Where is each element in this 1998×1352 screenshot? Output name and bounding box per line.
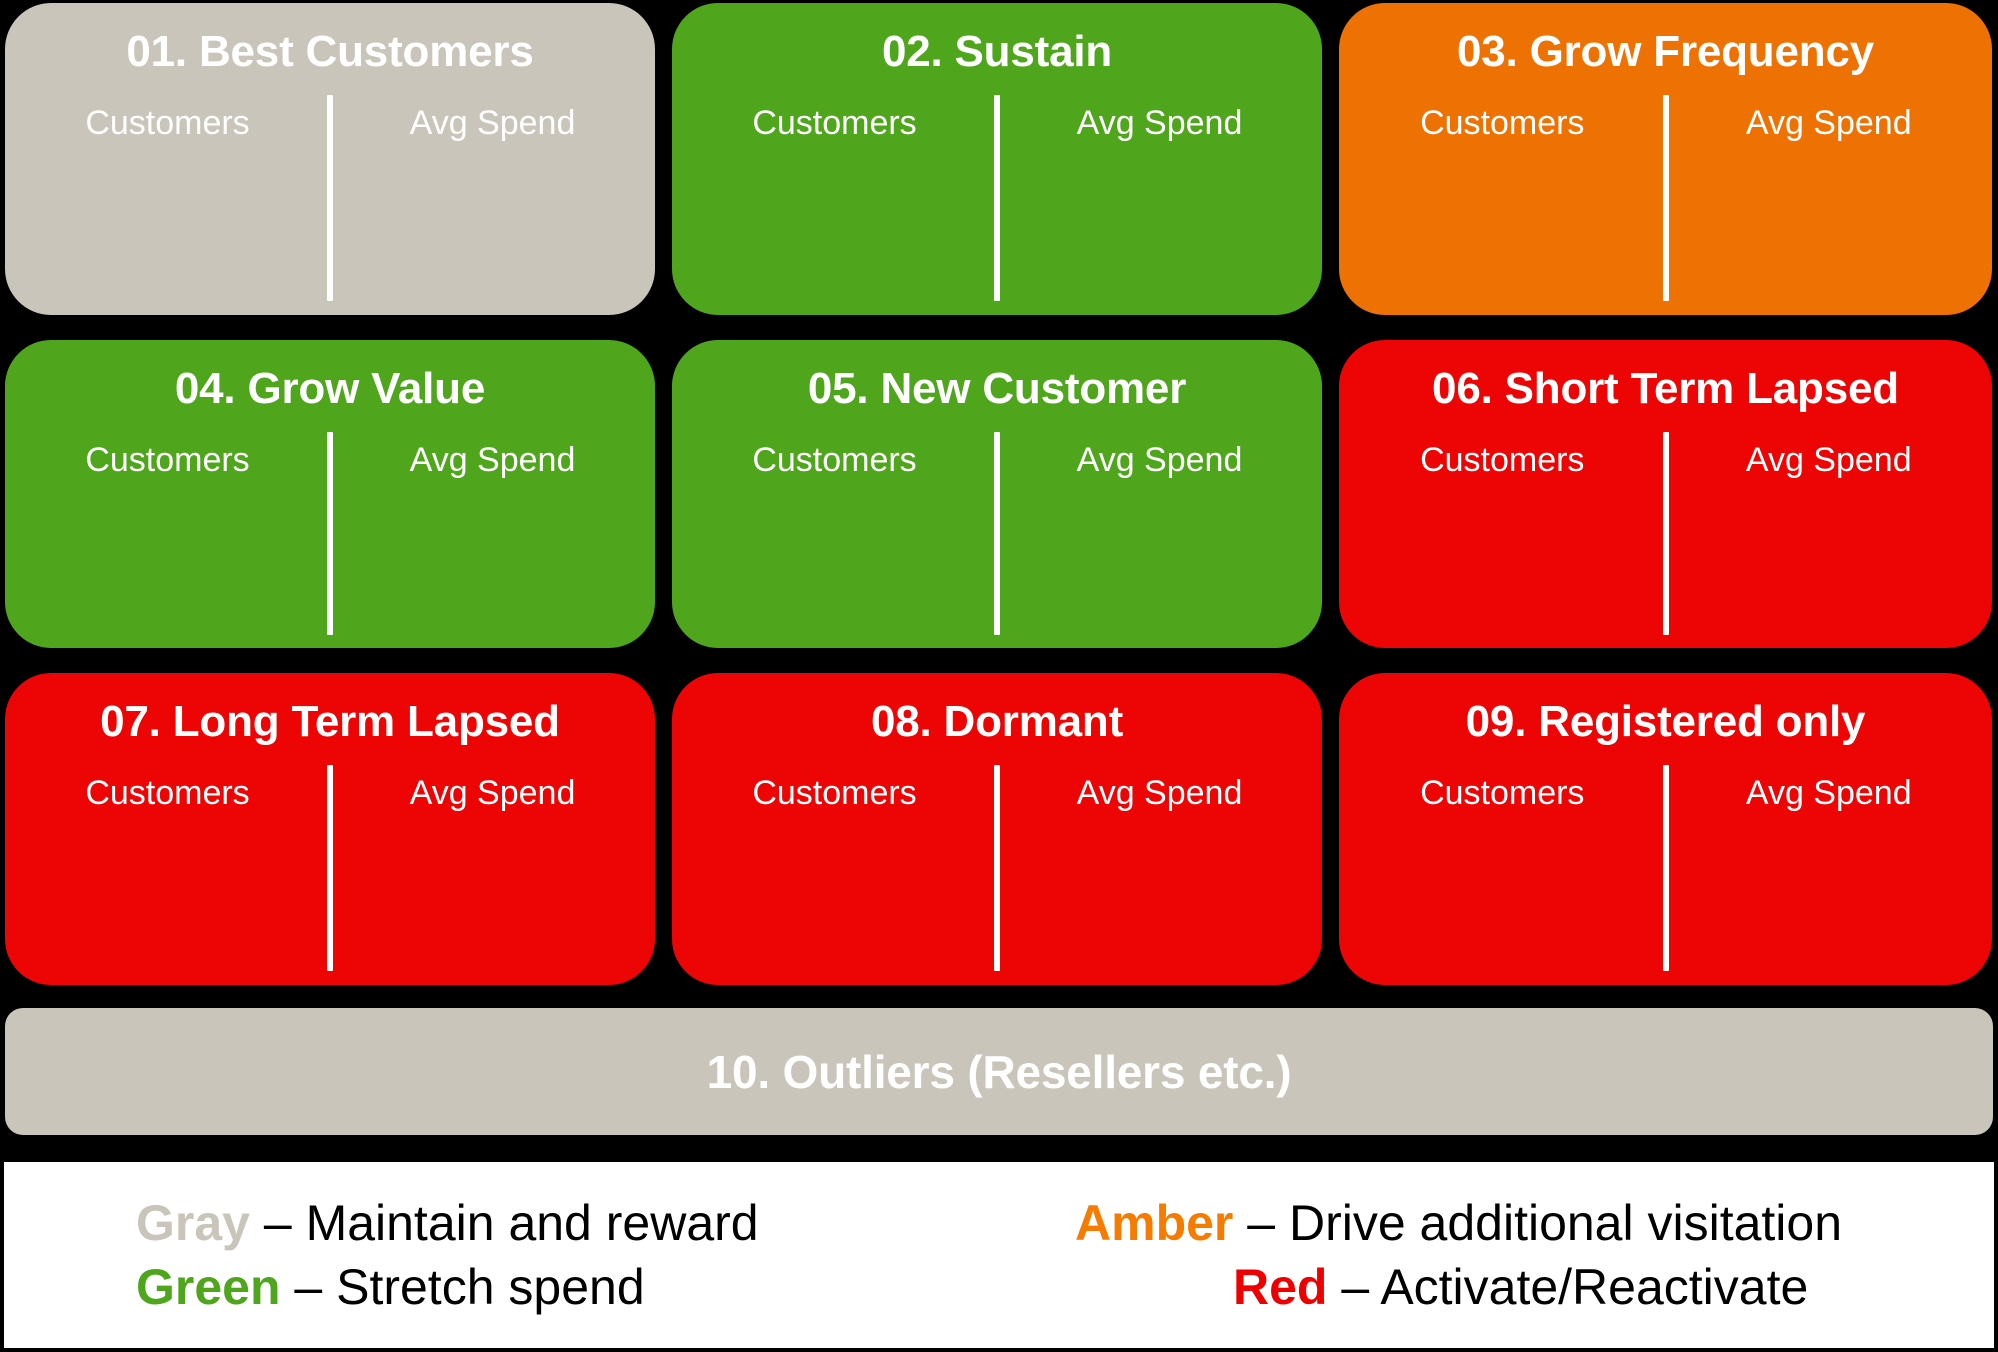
legend-separator: – [249,1195,306,1251]
metric-customers-label: Customers [85,104,250,142]
segment-card-title: 09. Registered only [1465,697,1866,746]
metric-customers-label: Customers [1420,104,1585,142]
metric-avg-spend-label: Avg Spend [1076,441,1243,479]
segment-card-title: 01. Best Customers [126,27,534,76]
segment-card-title: 05. New Customer [807,364,1187,413]
segment-card-metrics: Customers Avg Spend [5,103,655,142]
segment-card-grid: 01. Best Customers Customers Avg Spend 0… [5,3,1993,985]
segment-card-metrics: Customers Avg Spend [5,773,655,812]
segment-card-title: 02. Sustain [881,27,1113,76]
segment-card-title: 04. Grow Value [174,364,486,413]
metric-avg-spend-label: Avg Spend [1076,774,1243,812]
legend-text-red: Activate/Reactivate [1380,1259,1809,1315]
segment-card-06[interactable]: 06. Short Term Lapsed Customers Avg Spen… [1339,340,1992,648]
segment-card-metrics: Customers Avg Spend [1339,440,1992,479]
metric-customers-label: Customers [752,441,917,479]
legend-column-right: Amber – Drive additional visitation Red … [1031,1194,1970,1316]
metric-avg-spend-label: Avg Spend [409,441,576,479]
legend-item-gray: Gray – Maintain and reward [136,1194,759,1252]
segmentation-matrix-diagram: 01. Best Customers Customers Avg Spend 0… [0,0,1998,1352]
segment-card-03[interactable]: 03. Grow Frequency Customers Avg Spend [1339,3,1992,315]
legend-key-amber: Amber [1075,1195,1234,1251]
legend-separator: – [280,1259,337,1315]
metric-avg-spend-label: Avg Spend [409,104,576,142]
metric-customers-label: Customers [1420,774,1585,812]
segment-card-metrics: Customers Avg Spend [1339,103,1992,142]
metric-avg-spend-label: Avg Spend [1076,104,1243,142]
segment-card-title: 03. Grow Frequency [1457,27,1874,76]
metric-customers-label: Customers [1420,441,1585,479]
segment-card-08[interactable]: 08. Dormant Customers Avg Spend [672,673,1322,985]
metric-customers-label: Customers [85,441,250,479]
segment-card-02[interactable]: 02. Sustain Customers Avg Spend [672,3,1322,315]
metric-avg-spend-label: Avg Spend [409,774,576,812]
segment-card-09[interactable]: 09. Registered only Customers Avg Spend [1339,673,1992,985]
legend-item-amber: Amber – Drive additional visitation [1075,1194,1842,1252]
segment-card-07[interactable]: 07. Long Term Lapsed Customers Avg Spend [5,673,655,985]
legend-key-green: Green [136,1259,281,1315]
segment-card-05[interactable]: 05. New Customer Customers Avg Spend [672,340,1322,648]
legend: Gray – Maintain and reward Green – Stret… [4,1162,1994,1348]
legend-text-amber: Drive additional visitation [1288,1195,1843,1251]
segment-card-metrics: Customers Avg Spend [1339,773,1992,812]
legend-column-left: Gray – Maintain and reward Green – Stret… [28,1194,1031,1316]
legend-item-green: Green – Stretch spend [136,1258,645,1316]
metric-avg-spend-label: Avg Spend [1745,441,1912,479]
outliers-title: 10. Outliers (Resellers etc.) [706,1045,1292,1098]
segment-card-10-outliers[interactable]: 10. Outliers (Resellers etc.) [5,1008,1993,1135]
legend-text-green: Stretch spend [336,1259,645,1315]
metric-customers-label: Customers [752,104,917,142]
metric-avg-spend-label: Avg Spend [1745,104,1912,142]
segment-card-title: 07. Long Term Lapsed [100,697,560,746]
legend-text-gray: Maintain and reward [305,1195,759,1251]
legend-separator: – [1327,1259,1381,1315]
segment-card-metrics: Customers Avg Spend [672,773,1322,812]
segment-card-title: 06. Short Term Lapsed [1432,364,1899,413]
metric-customers-label: Customers [85,774,250,812]
legend-separator: – [1233,1195,1289,1251]
segment-card-title: 08. Dormant [870,697,1124,746]
legend-item-red: Red – Activate/Reactivate [1075,1258,1808,1316]
legend-key-red: Red [1233,1259,1328,1315]
segment-card-01[interactable]: 01. Best Customers Customers Avg Spend [5,3,655,315]
legend-key-gray: Gray [136,1195,250,1251]
segment-card-04[interactable]: 04. Grow Value Customers Avg Spend [5,340,655,648]
metric-customers-label: Customers [752,774,917,812]
segment-card-metrics: Customers Avg Spend [672,440,1322,479]
metric-avg-spend-label: Avg Spend [1745,774,1912,812]
segment-card-metrics: Customers Avg Spend [5,440,655,479]
segment-card-metrics: Customers Avg Spend [672,103,1322,142]
